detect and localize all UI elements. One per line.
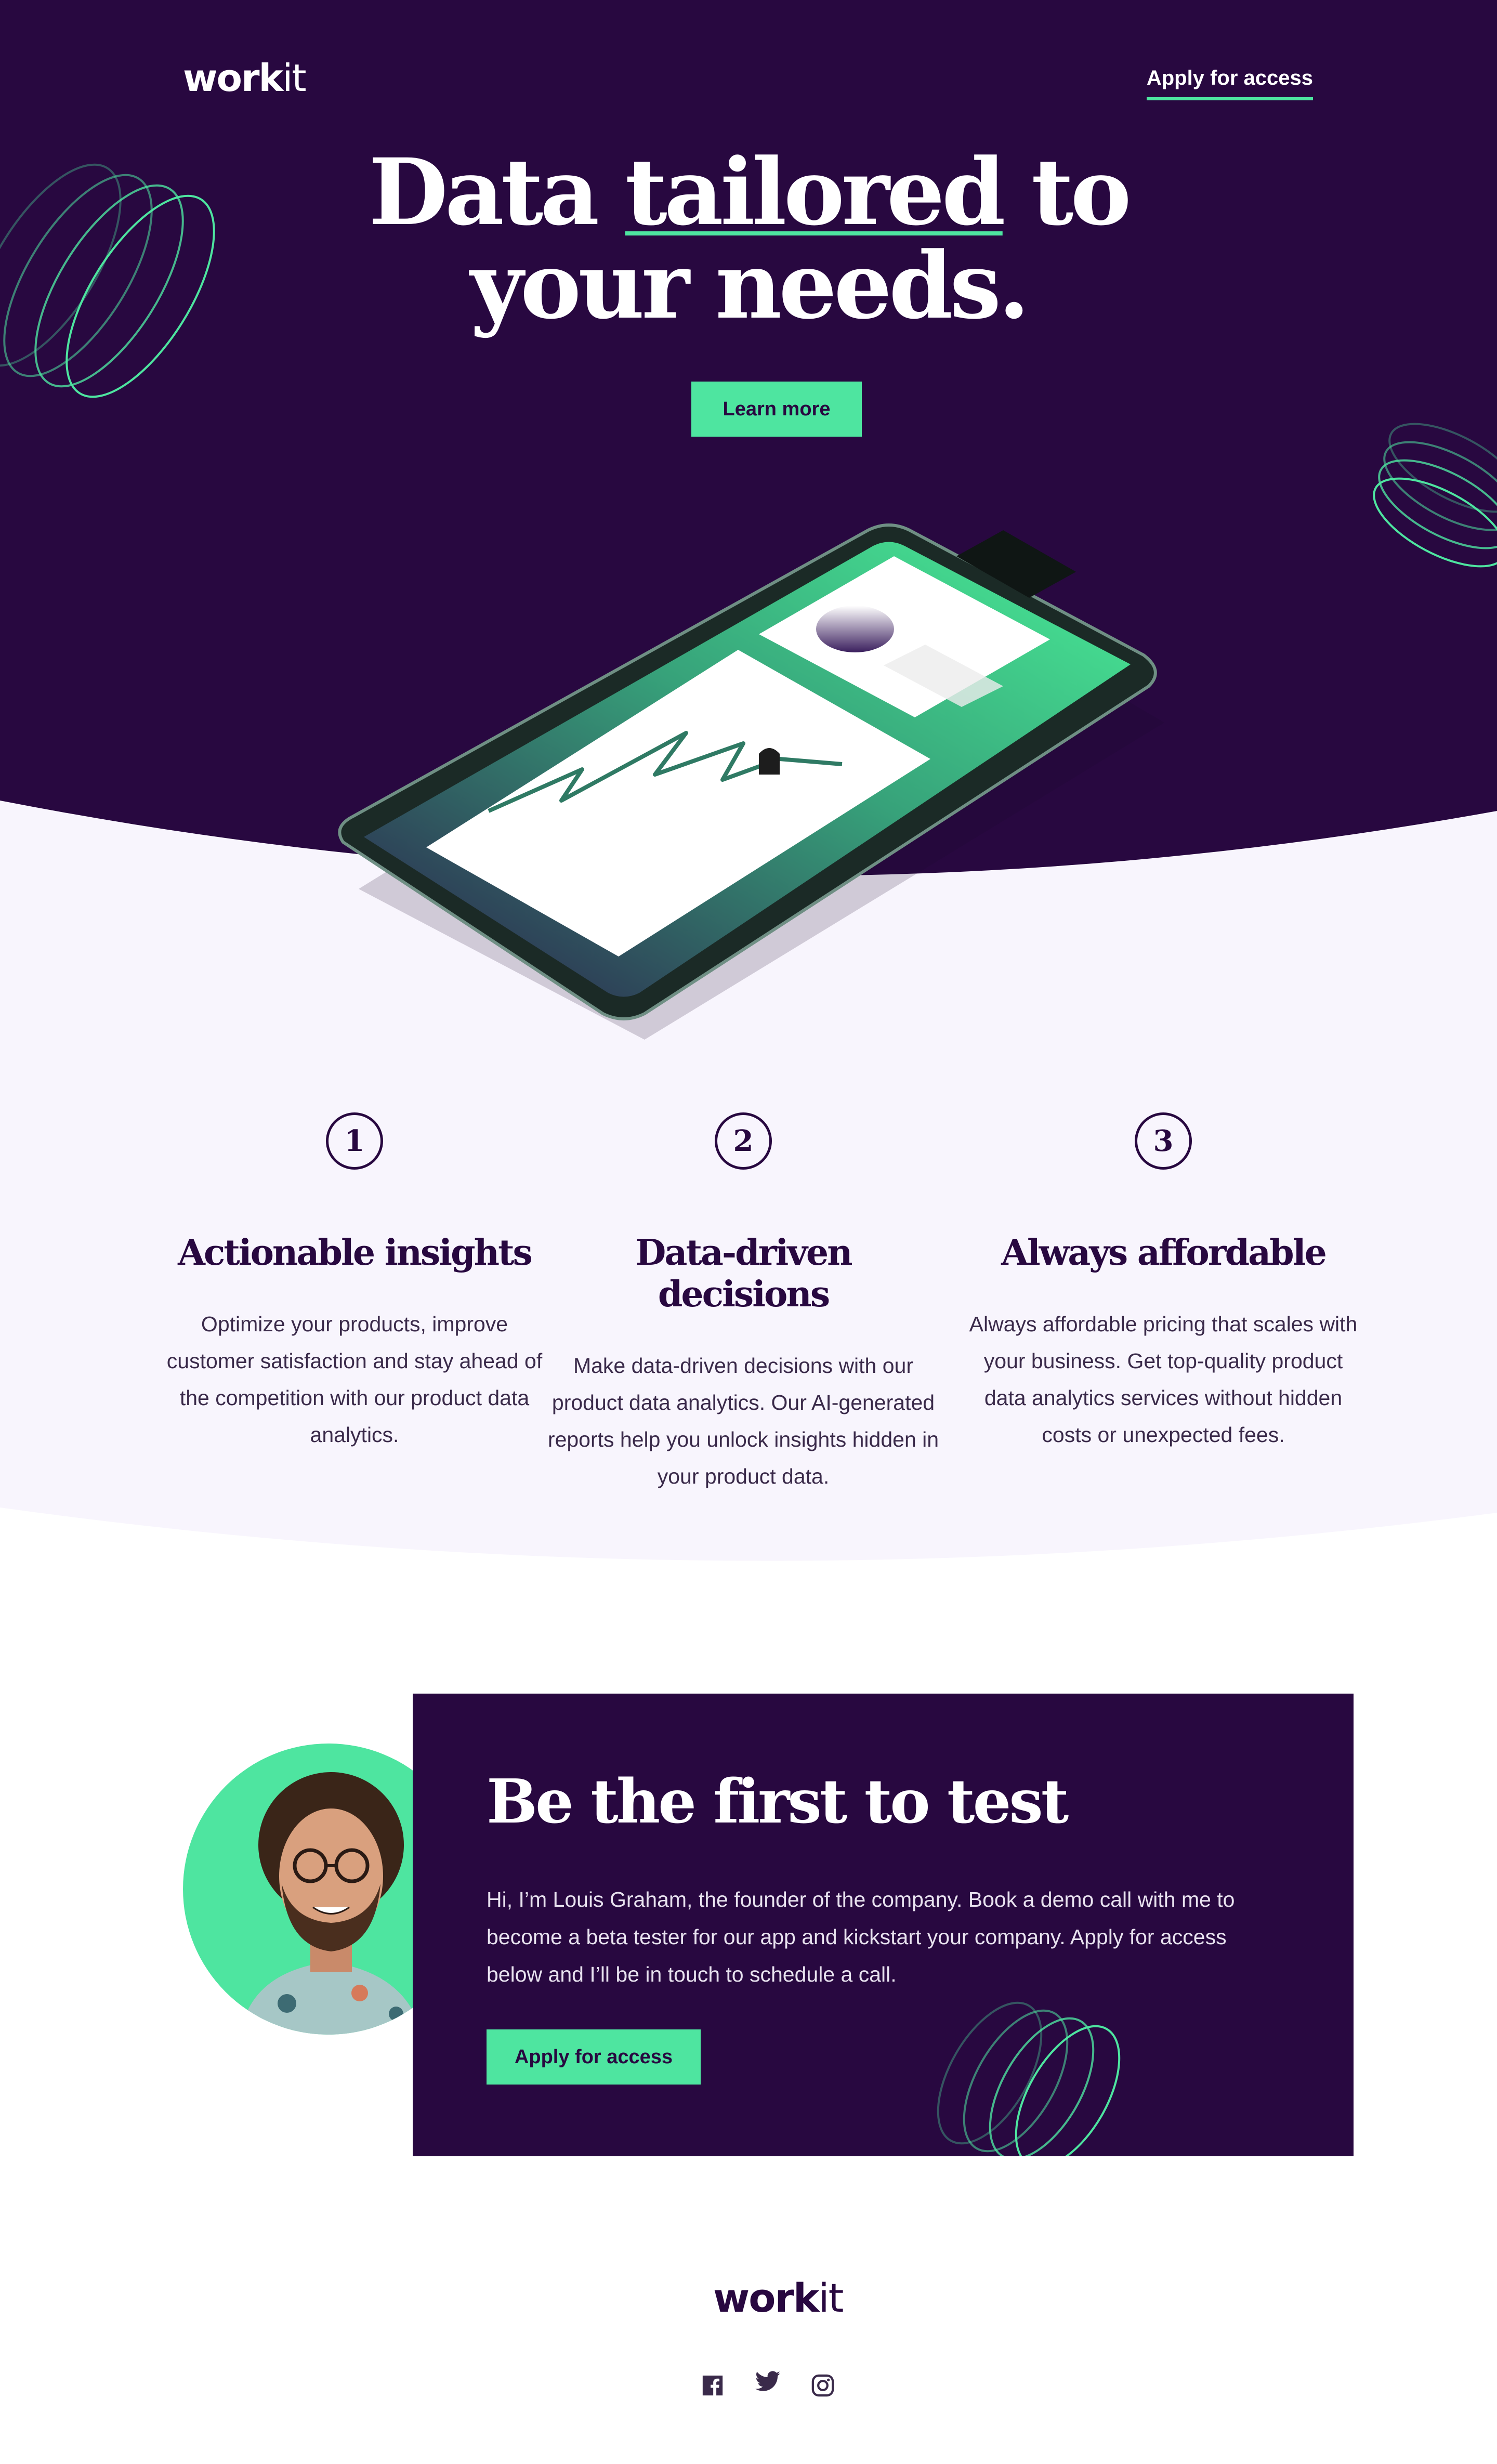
feature-data-driven-decisions: 2 Data-driven decisions Make data-driven… [546, 1112, 941, 1495]
feature-title: Always affordable [1001, 1232, 1327, 1274]
apply-for-access-button[interactable]: Apply for access [487, 2029, 701, 2085]
phone-illustration [338, 523, 1164, 1040]
header-apply-link[interactable]: Apply for access [1146, 67, 1313, 100]
feature-description: Always affordable pricing that scales wi… [969, 1312, 1358, 1447]
cta-description: Hi, I’m Louis Graham, the founder of the… [487, 1888, 1235, 1986]
features-curve-divider [0, 1497, 1497, 1570]
cta-title: Be the first to test [487, 1766, 1069, 1837]
feature-description: Optimize your products, improve customer… [166, 1312, 543, 1447]
swirl-decoration-cta [937, 2001, 1121, 2156]
feature-always-affordable: 3 Always affordable Always affordable pr… [966, 1112, 1361, 1453]
twitter-icon[interactable] [755, 2368, 781, 2394]
header-logo[interactable]: workit [183, 56, 307, 100]
facebook-icon[interactable] [700, 2373, 726, 2399]
swirl-decoration-left [0, 163, 215, 398]
learn-more-button[interactable]: Learn more [691, 382, 862, 437]
feature-description: Make data-driven decisions with our prod… [547, 1354, 939, 1488]
footer-logo[interactable]: workit [713, 2275, 844, 2321]
feature-title: Actionable insights [178, 1232, 533, 1274]
feature-number-badge: 1 [326, 1112, 383, 1170]
feature-title: Data-driven decisions [635, 1232, 852, 1315]
feature-actionable-insights: 1 Actionable insights Optimize your prod… [157, 1112, 552, 1453]
instagram-icon[interactable] [810, 2373, 836, 2399]
swirl-decoration-right [1373, 423, 1497, 568]
feature-number-badge: 2 [715, 1112, 772, 1170]
feature-number-badge: 3 [1135, 1112, 1192, 1170]
cta-panel: Be the first to test Hi, I’m Louis Graha… [413, 1694, 1354, 2156]
